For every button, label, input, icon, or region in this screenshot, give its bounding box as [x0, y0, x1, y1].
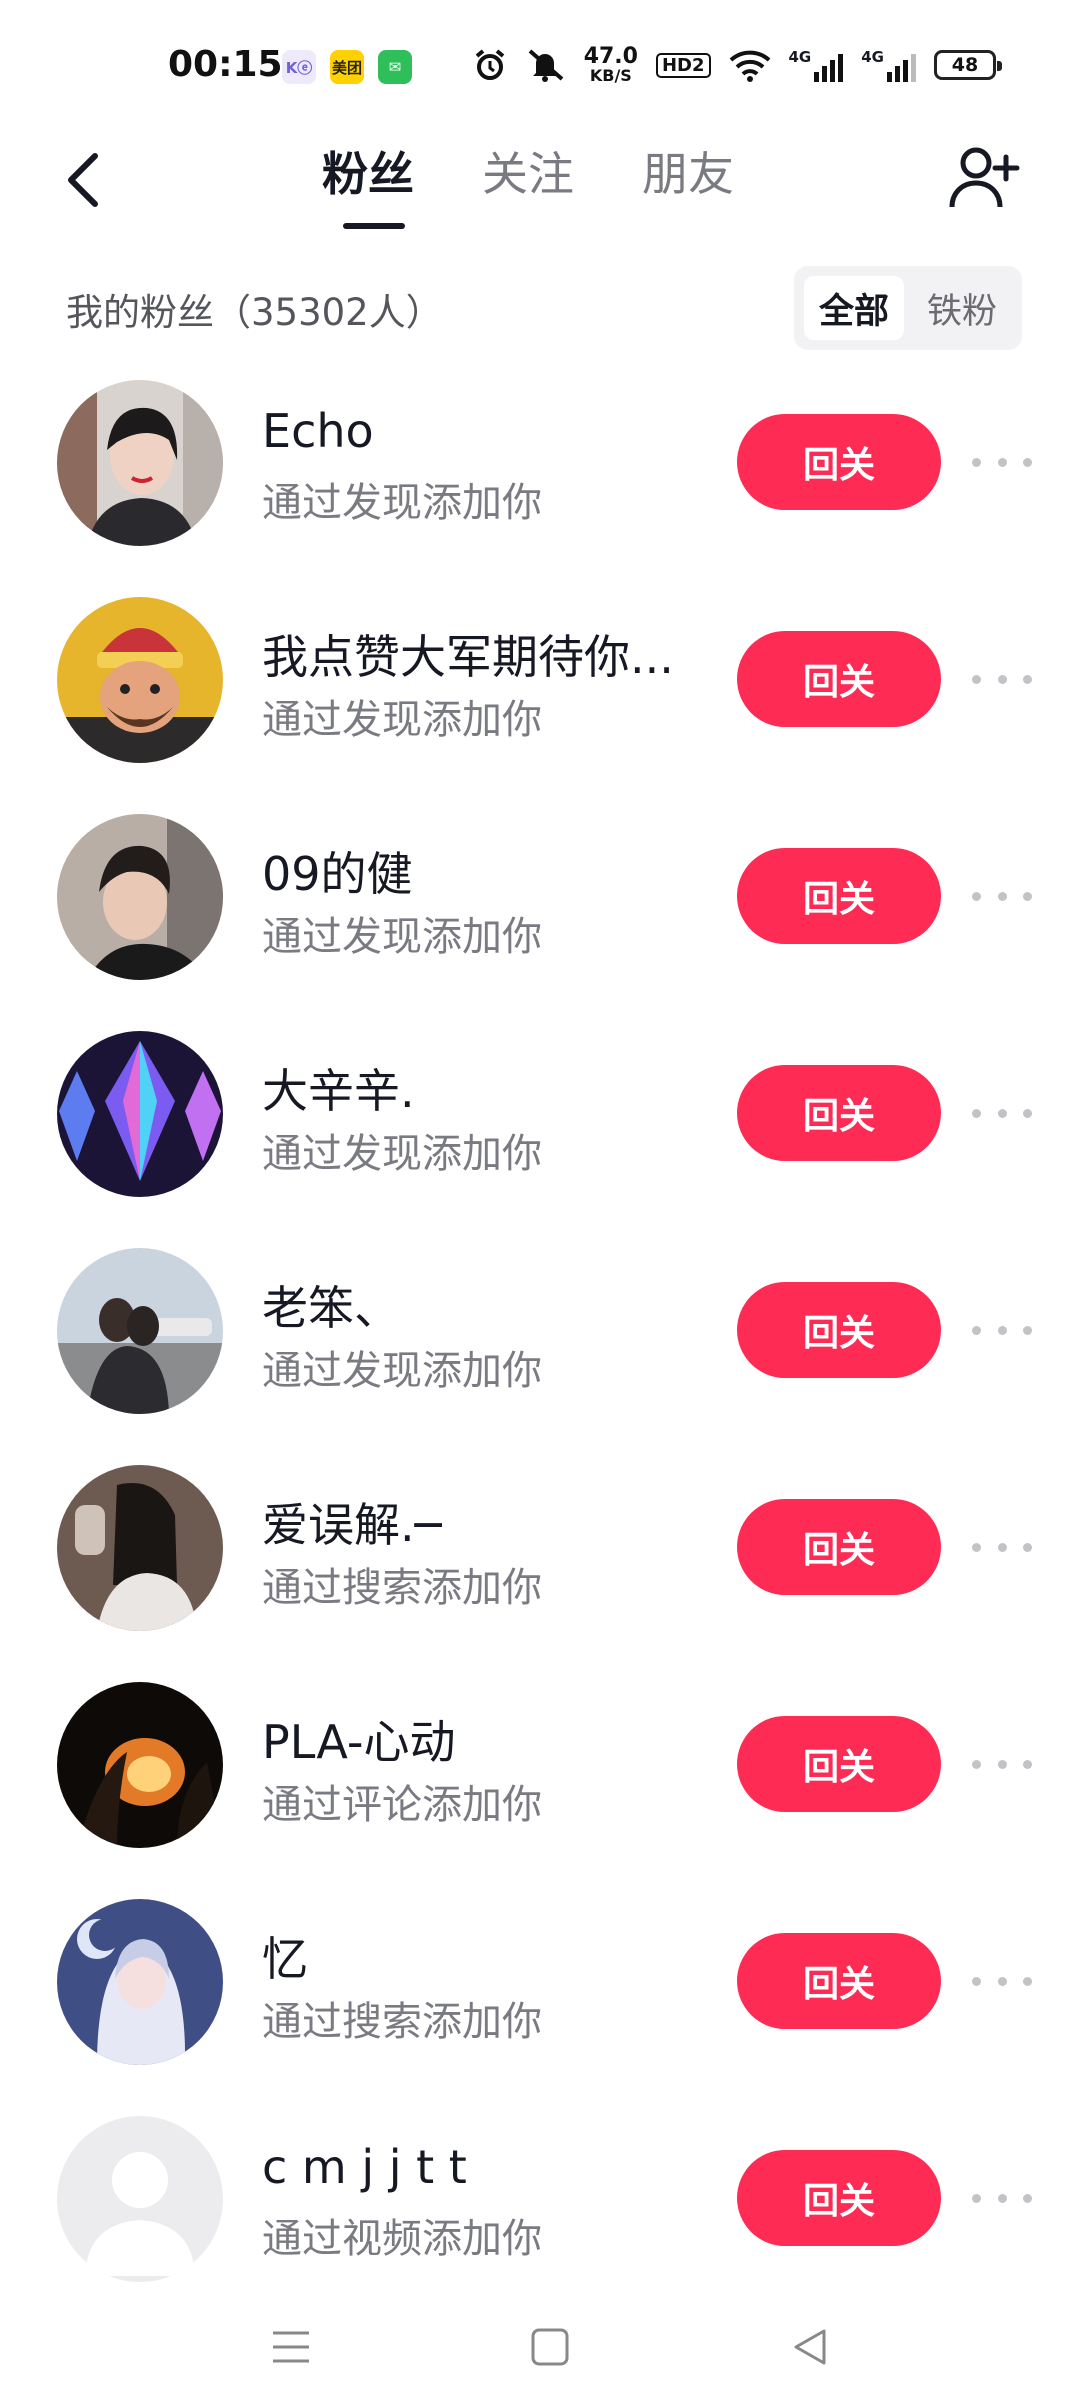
filter-all[interactable]: 全部: [804, 276, 904, 340]
cellular-signal-1: 4G: [789, 48, 844, 82]
fan-name: 大辛辛.: [262, 1064, 415, 1118]
list-item[interactable]: 大辛辛. 通过发现添加你 回关: [0, 1001, 1080, 1217]
default-avatar-icon[interactable]: [57, 2116, 223, 2282]
add-user-icon: [949, 147, 1020, 208]
fan-source: 通过视频添加你: [262, 2216, 542, 2262]
fan-name: 我点赞大军期待你...: [262, 630, 674, 684]
fan-name: 老笨、: [262, 1281, 400, 1335]
more-options-button[interactable]: [972, 874, 1032, 918]
network-speed: 47.0 KB/S: [583, 44, 638, 85]
avatar[interactable]: [57, 597, 223, 763]
tab-fans[interactable]: 粉丝: [322, 138, 414, 204]
chevron-left-icon: [68, 153, 98, 207]
fans-filter-segment: 全部 铁粉: [794, 266, 1022, 350]
more-options-button[interactable]: [972, 657, 1032, 701]
fan-source: 通过搜索添加你: [262, 1565, 542, 1611]
fan-name: 忆: [262, 1932, 308, 1986]
fan-source: 通过发现添加你: [262, 697, 542, 743]
add-friend-button[interactable]: [944, 138, 1024, 218]
cellular-signal-2: 4G: [861, 48, 916, 82]
app-notification-icon-k: Kⓔ: [282, 50, 316, 84]
square-icon: [531, 2328, 569, 2366]
fan-name: 09的健: [262, 847, 413, 901]
status-time: 00:15: [168, 44, 283, 85]
fans-count-title: 我的粉丝（35302人）: [66, 291, 443, 334]
fan-source: 通过发现添加你: [262, 1131, 542, 1177]
list-item[interactable]: 忆 通过搜索添加你 回关: [0, 1869, 1080, 2085]
avatar[interactable]: [57, 1899, 223, 2065]
top-nav: 粉丝 关注 朋友: [0, 130, 1080, 250]
hd-voice-icon: HD2: [655, 52, 711, 78]
list-item[interactable]: Echo 通过发现添加你 回关: [0, 350, 1080, 566]
list-item[interactable]: 我点赞大军期待你... 通过发现添加你 回关: [0, 567, 1080, 783]
triangle-back-icon: [794, 2329, 826, 2365]
meituan-notification-icon: 美团: [330, 50, 364, 84]
follow-back-button[interactable]: 回关: [737, 848, 941, 944]
fan-source: 通过搜索添加你: [262, 1999, 542, 2045]
follow-back-button[interactable]: 回关: [737, 1499, 941, 1595]
recent-apps-button[interactable]: [256, 2312, 326, 2382]
follow-back-button[interactable]: 回关: [737, 414, 941, 510]
more-options-button[interactable]: [972, 1308, 1032, 1352]
tab-friends[interactable]: 朋友: [642, 138, 734, 204]
fan-source: 通过评论添加你: [262, 1782, 542, 1828]
more-options-button[interactable]: [972, 1742, 1032, 1786]
fan-name: PLA-心动: [262, 1715, 456, 1769]
avatar[interactable]: [57, 1682, 223, 1848]
follow-back-button[interactable]: 回关: [737, 1282, 941, 1378]
list-item[interactable]: c m j j t t 通过视频添加你 回关: [0, 2086, 1080, 2302]
follow-back-button[interactable]: 回关: [737, 2150, 941, 2246]
list-item[interactable]: PLA-心动 通过评论添加你 回关: [0, 1652, 1080, 1868]
system-nav-bar: [0, 2290, 1080, 2400]
tab-following[interactable]: 关注: [482, 138, 574, 204]
more-options-button[interactable]: [972, 2176, 1032, 2220]
nav-back-button[interactable]: [775, 2312, 845, 2382]
list-item[interactable]: 09的健 通过发现添加你 回关: [0, 784, 1080, 1000]
follow-back-button[interactable]: 回关: [737, 1716, 941, 1812]
wifi-icon: [729, 50, 770, 82]
fan-source: 通过发现添加你: [262, 914, 542, 960]
status-indicators: 47.0 KB/S HD2 4G 4G 48: [472, 44, 1002, 85]
fan-name: Echo: [262, 404, 374, 458]
back-button[interactable]: [48, 140, 118, 220]
battery-icon: 48: [934, 50, 1002, 80]
list-item[interactable]: 老笨、 通过发现添加你 回关: [0, 1218, 1080, 1434]
follow-back-button[interactable]: 回关: [737, 1065, 941, 1161]
avatar[interactable]: [57, 1465, 223, 1631]
mute-icon: [528, 49, 564, 82]
message-notification-icon: ✉: [378, 50, 412, 84]
follow-back-button[interactable]: 回关: [737, 1933, 941, 2029]
active-tab-indicator: [343, 223, 405, 229]
fan-name: c m j j t t: [262, 2140, 467, 2194]
menu-icon: [273, 2331, 309, 2363]
notification-icons: Kⓔ 美团 ✉: [282, 50, 412, 84]
avatar[interactable]: [57, 380, 223, 546]
follow-back-button[interactable]: 回关: [737, 631, 941, 727]
more-options-button[interactable]: [972, 1525, 1032, 1569]
fan-source: 通过发现添加你: [262, 1348, 542, 1394]
list-item[interactable]: 爱误解.─ 通过搜索添加你 回关: [0, 1435, 1080, 1651]
home-button[interactable]: [515, 2312, 585, 2382]
alarm-icon: [475, 49, 504, 80]
avatar[interactable]: [57, 1248, 223, 1414]
filter-iron-fans[interactable]: 铁粉: [912, 276, 1012, 340]
fan-name: 爱误解.─: [262, 1498, 443, 1552]
avatar[interactable]: [57, 814, 223, 980]
avatar[interactable]: [57, 1031, 223, 1197]
more-options-button[interactable]: [972, 1959, 1032, 2003]
more-options-button[interactable]: [972, 1091, 1032, 1135]
fan-source: 通过发现添加你: [262, 480, 542, 526]
more-options-button[interactable]: [972, 440, 1032, 484]
status-bar: 00:15 Kⓔ 美团 ✉ 47.0 KB/S HD2 4G 4G 48: [0, 0, 1080, 130]
